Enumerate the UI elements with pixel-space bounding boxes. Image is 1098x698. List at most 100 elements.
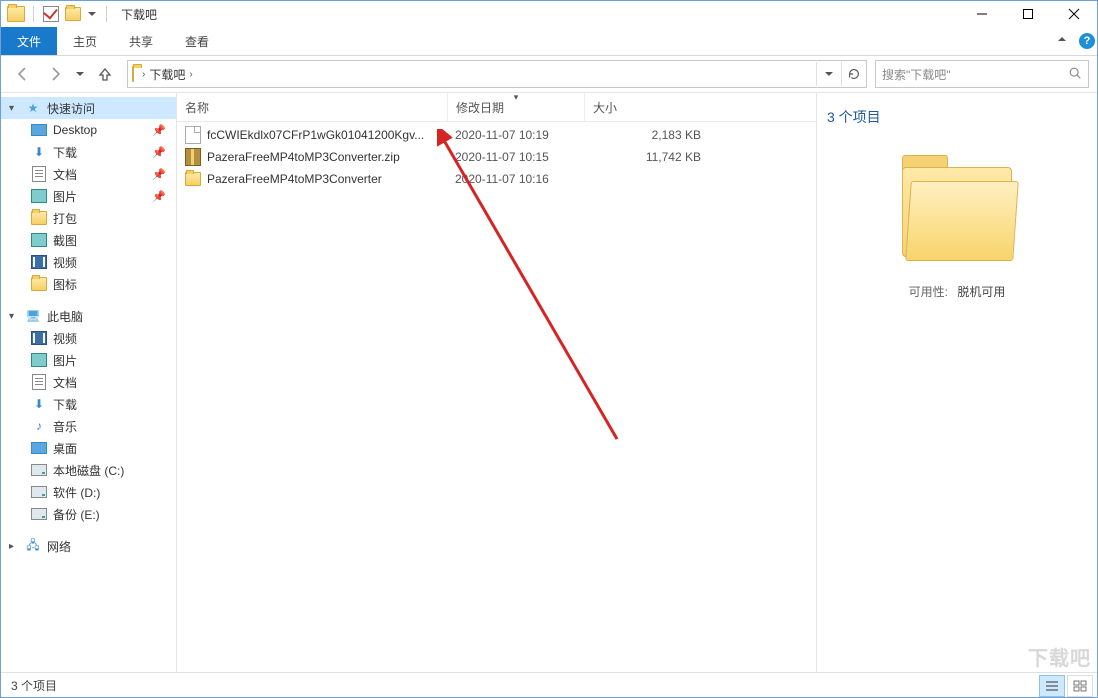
nav-drive-d[interactable]: 软件 (D:) [1, 481, 176, 503]
help-icon[interactable]: ? [1079, 33, 1095, 49]
nav-quick-access[interactable]: ▾ ★ 快速访问 [1, 97, 176, 119]
nav-network[interactable]: ▸ 🖧 网络 [1, 535, 176, 557]
file-date: 2020-11-07 10:15 [447, 150, 583, 164]
qat-new-folder-icon[interactable] [64, 5, 82, 23]
crumb-chevron-icon[interactable]: › [189, 69, 192, 80]
nav-up-button[interactable] [91, 60, 119, 88]
status-text: 3 个项目 [11, 677, 57, 694]
video-icon [31, 330, 47, 346]
file-date: 2020-11-07 10:19 [447, 128, 583, 142]
qat-separator [33, 6, 34, 22]
zip-icon [185, 149, 201, 165]
availability-value: 脱机可用 [957, 285, 1005, 299]
ribbon-expand-button[interactable] [1051, 30, 1073, 52]
minimize-icon [976, 8, 988, 20]
column-label: 大小 [593, 99, 617, 116]
maximize-icon [1022, 8, 1034, 20]
ribbon-tabs: 文件 主页 共享 查看 ? [1, 27, 1097, 56]
explorer-window: 下载吧 文件 主页 共享 查看 ? [0, 0, 1098, 698]
pc-icon: 🖥 [25, 308, 41, 324]
nav-pc-downloads[interactable]: ⬇ 下载 [1, 393, 176, 415]
view-thumbnails-button[interactable] [1067, 675, 1093, 697]
address-dropdown-button[interactable] [816, 62, 841, 86]
nav-label: 视频 [53, 330, 77, 347]
pin-icon: 📌 [152, 190, 166, 203]
details-view-icon [1045, 680, 1059, 692]
nav-label: 文档 [53, 374, 77, 391]
expand-icon[interactable]: ▸ [9, 541, 19, 552]
nav-desktop[interactable]: Desktop 📌 [1, 119, 176, 141]
navigation-bar: › 下载吧 › 搜索"下载吧" [1, 56, 1097, 93]
drive-icon [31, 462, 47, 478]
file-row[interactable]: PazeraFreeMP4toMP3Converter 2020-11-07 1… [177, 168, 816, 190]
column-size[interactable]: 大小 [585, 93, 712, 121]
app-folder-icon [7, 5, 25, 23]
breadcrumb-item[interactable]: 下载吧 [149, 66, 185, 83]
nav-label: 备份 (E:) [53, 506, 100, 523]
nav-back-button[interactable] [9, 60, 37, 88]
address-bar[interactable]: › 下载吧 › [127, 60, 867, 88]
nav-documents[interactable]: 文档 📌 [1, 163, 176, 185]
file-name: PazeraFreeMP4toMP3Converter [207, 172, 382, 186]
star-icon: ★ [25, 100, 41, 116]
qat-customize-dropdown[interactable] [86, 5, 98, 23]
file-row[interactable]: fcCWIEkdlx07CFrP1wGk01041200Kgv... 2020-… [177, 124, 816, 146]
nav-label: 图片 [53, 188, 77, 205]
video-icon [31, 254, 47, 270]
nav-pc-desktop[interactable]: 桌面 [1, 437, 176, 459]
availability-label: 可用性: [909, 285, 948, 299]
column-label: 名称 [185, 99, 209, 116]
file-row[interactable]: PazeraFreeMP4toMP3Converter.zip 2020-11-… [177, 146, 816, 168]
nav-recent-dropdown[interactable] [73, 70, 87, 78]
ribbon-tab-share[interactable]: 共享 [113, 27, 169, 55]
file-rows: fcCWIEkdlx07CFrP1wGk01041200Kgv... 2020-… [177, 122, 816, 190]
nav-shipin[interactable]: 视频 [1, 251, 176, 273]
nav-pc-videos[interactable]: 视频 [1, 327, 176, 349]
close-button[interactable] [1051, 1, 1097, 27]
refresh-button[interactable] [841, 62, 866, 86]
ribbon-tab-view[interactable]: 查看 [169, 27, 225, 55]
file-name: fcCWIEkdlx07CFrP1wGk01041200Kgv... [207, 128, 424, 142]
expand-icon[interactable]: ▾ [9, 103, 19, 114]
nav-downloads[interactable]: ⬇ 下载 📌 [1, 141, 176, 163]
nav-label: 视频 [53, 254, 77, 271]
desktop-icon [31, 440, 47, 456]
ribbon-tab-file[interactable]: 文件 [1, 27, 57, 55]
download-icon: ⬇ [31, 144, 47, 160]
nav-drive-e[interactable]: 备份 (E:) [1, 503, 176, 525]
sort-indicator-icon: ▾ [514, 92, 519, 103]
nav-jietu[interactable]: 截图 [1, 229, 176, 251]
qat-properties-checkbox[interactable] [42, 5, 60, 23]
nav-pc-music[interactable]: ♪ 音乐 [1, 415, 176, 437]
nav-this-pc[interactable]: ▾ 🖥 此电脑 [1, 305, 176, 327]
document-icon [31, 374, 47, 390]
minimize-button[interactable] [959, 1, 1005, 27]
content-area: 名称 修改日期 ▾ 大小 fcCWIEkdlx07CFrP1wGk0104120… [177, 93, 1097, 672]
network-icon: 🖧 [25, 538, 41, 554]
column-name[interactable]: 名称 [177, 93, 448, 121]
column-date[interactable]: 修改日期 ▾ [448, 93, 585, 121]
ribbon-tab-home[interactable]: 主页 [57, 27, 113, 55]
pin-icon: 📌 [152, 146, 166, 159]
nav-forward-button[interactable] [41, 60, 69, 88]
document-icon [31, 166, 47, 182]
nav-label: 此电脑 [47, 308, 83, 325]
thumbnails-view-icon [1073, 680, 1087, 692]
nav-pc-pictures[interactable]: 图片 [1, 349, 176, 371]
nav-tubiao[interactable]: 图标 [1, 273, 176, 295]
crumb-chevron-icon[interactable]: › [142, 69, 145, 80]
view-details-button[interactable] [1039, 675, 1065, 697]
expand-icon[interactable]: ▾ [9, 311, 19, 322]
nav-pictures[interactable]: 图片 📌 [1, 185, 176, 207]
nav-drive-c[interactable]: 本地磁盘 (C:) [1, 459, 176, 481]
arrow-left-icon [15, 66, 31, 82]
nav-label: 快速访问 [47, 100, 95, 117]
search-input[interactable]: 搜索"下载吧" [875, 60, 1089, 88]
maximize-button[interactable] [1005, 1, 1051, 27]
drive-icon [31, 506, 47, 522]
folder-icon [31, 276, 47, 292]
nav-pc-documents[interactable]: 文档 [1, 371, 176, 393]
nav-dabao[interactable]: 打包 [1, 207, 176, 229]
file-icon [185, 127, 201, 143]
file-list-view: 名称 修改日期 ▾ 大小 fcCWIEkdlx07CFrP1wGk0104120… [177, 93, 816, 672]
